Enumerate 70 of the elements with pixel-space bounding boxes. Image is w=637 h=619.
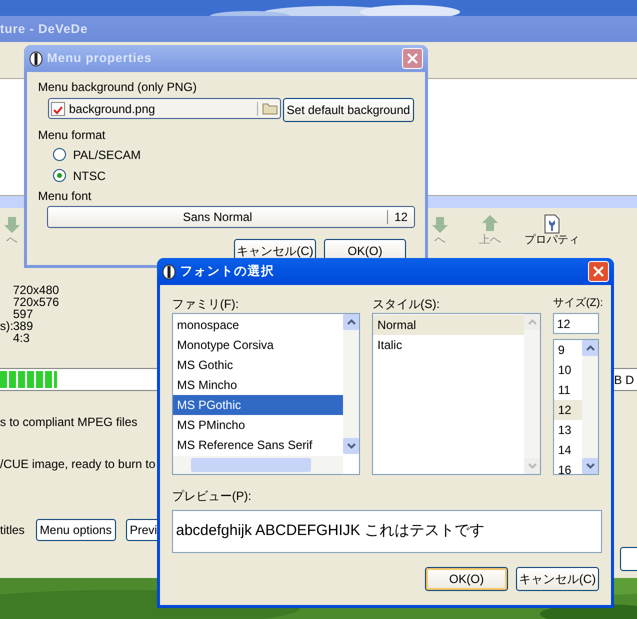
scrollbar[interactable]: [524, 314, 540, 474]
field-label: ファミリ(F):: [172, 296, 240, 313]
info-value: 720x480: [13, 284, 60, 296]
radio-label: PAL/SECAM: [73, 146, 141, 164]
list-item[interactable]: 16: [554, 460, 582, 474]
down-arrow-icon: [3, 214, 21, 234]
down-caret-icon: [586, 463, 594, 469]
info-value: 720x576: [13, 296, 60, 308]
close-icon: [593, 266, 604, 277]
field-label: スタイル(S):: [372, 296, 441, 313]
scrollbar[interactable]: [173, 456, 344, 474]
list-item[interactable]: 9: [554, 340, 582, 360]
list-item[interactable]: 14: [554, 440, 582, 460]
up-caret-icon: [346, 319, 356, 325]
list-item[interactable]: 12: [554, 400, 582, 420]
field-label: Menu background (only PNG): [38, 79, 198, 96]
size-field[interactable]: 12: [553, 313, 599, 334]
down-caret-icon: [346, 443, 356, 449]
option-description: s to compliant MPEG files: [0, 415, 138, 429]
list-item[interactable]: 13: [554, 420, 582, 440]
option-button[interactable]: Menu options: [36, 519, 116, 541]
app-icon: [29, 50, 43, 66]
info-value: 389: [13, 320, 34, 332]
radio-button[interactable]: [53, 148, 66, 161]
up-caret-icon: [586, 345, 594, 351]
up-caret-icon: [528, 319, 536, 325]
field-label: Menu format: [38, 127, 106, 144]
list-item[interactable]: 11: [554, 380, 582, 400]
list-item[interactable]: Monotype Corsiva: [173, 335, 344, 355]
document-wrench-icon: [543, 214, 561, 234]
field-label: プレビュー(P):: [172, 488, 252, 505]
list-item[interactable]: Normal: [373, 315, 524, 335]
down-arrow-icon: [431, 214, 449, 234]
list-item[interactable]: MS Mincho: [173, 375, 344, 395]
up-arrow-icon: [481, 214, 499, 234]
scrollbar[interactable]: [582, 340, 598, 474]
window-title: Menu properties: [47, 50, 153, 68]
preview-text: abcdefghijk ABCDEFGHIJK これはテストです: [176, 521, 484, 542]
list-item[interactable]: monospace: [173, 315, 344, 335]
radio-label: NTSC: [73, 168, 106, 184]
option-description: /CUE image, ready to burn to: [0, 457, 156, 471]
app-icon: [162, 264, 176, 280]
close-button[interactable]: [402, 48, 423, 69]
dialog-button[interactable]: キャンセル(C): [516, 567, 599, 591]
info-value: 597: [13, 308, 34, 320]
dialog-button[interactable]: Set default background: [282, 98, 414, 122]
field-label: サイズ(Z):: [553, 296, 604, 311]
list-item[interactable]: MS PMincho: [173, 415, 344, 435]
dialog-button[interactable]: OK(O): [425, 567, 508, 591]
down-caret-icon: [528, 463, 536, 469]
window-title: フォントの選択: [180, 263, 276, 280]
toolbar-button[interactable]: プロパティ: [522, 214, 582, 247]
radio-button[interactable]: [53, 169, 66, 182]
window-title: ture - DeVeDe: [0, 20, 88, 38]
info-label: s):: [0, 320, 12, 332]
list-item[interactable]: MS Reference Sans Serif: [173, 435, 344, 455]
list-item[interactable]: 10: [554, 360, 582, 380]
titles-label: titles: [0, 522, 25, 539]
folder-icon: [262, 102, 278, 115]
close-button[interactable]: [588, 261, 609, 282]
close-icon: [407, 53, 418, 64]
list-item[interactable]: MS PGothic: [173, 395, 344, 415]
file-chooser[interactable]: background.png: [48, 98, 281, 119]
font-button[interactable]: Sans Normal 12: [47, 206, 415, 228]
list-item[interactable]: Italic: [373, 335, 524, 355]
progress-text: B D: [614, 372, 634, 388]
field-label: Menu font: [38, 188, 92, 205]
info-value: 4:3: [13, 332, 30, 344]
scrollbar[interactable]: [343, 314, 360, 454]
list-item[interactable]: MS Gothic: [173, 355, 344, 375]
